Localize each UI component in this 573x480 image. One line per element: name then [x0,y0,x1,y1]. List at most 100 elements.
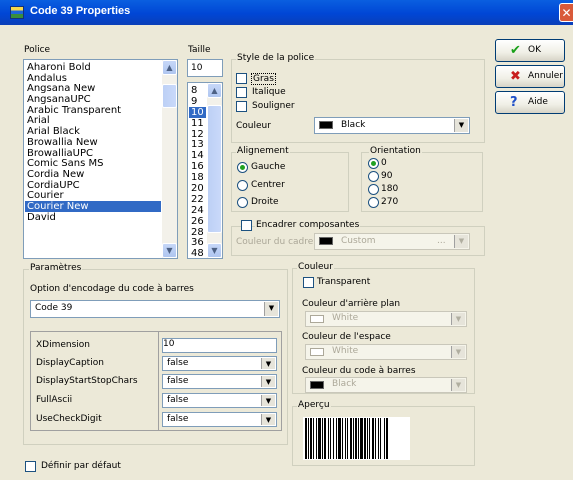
barcode-bar [380,418,381,459]
orientation-0-radio[interactable] [368,158,379,169]
chevron-down-icon[interactable]: ▼ [261,376,275,387]
encoding-select[interactable]: Code 39 ▼ [30,300,280,318]
align-center-radio[interactable] [237,180,248,191]
font-list-item[interactable]: Comic Sans MS [25,158,161,169]
size-input[interactable]: 10 [187,59,223,77]
size-list-item[interactable]: 20 [189,183,206,194]
chevron-down-icon[interactable]: ▼ [454,235,468,248]
italic-checkbox[interactable] [236,87,247,98]
size-list-item[interactable]: 12 [189,129,206,140]
orientation-180-label: 180 [381,184,399,194]
transparent-label: Transparent [317,277,371,287]
space-color-value: White [332,346,359,356]
font-list-item[interactable]: Aharoni Bold [25,62,161,73]
align-right-radio[interactable] [237,197,248,208]
barcode-bar [347,418,348,459]
underline-checkbox[interactable] [236,101,247,112]
app-icon [10,6,24,19]
param-value-select[interactable]: false ▼ [162,356,277,371]
scroll-down-icon[interactable]: ▼ [207,243,222,258]
size-list-item[interactable]: 18 [189,172,206,183]
size-list-item[interactable]: 10 [189,106,206,118]
size-list-item[interactable]: 9 [189,96,206,107]
scroll-up-icon[interactable]: ▲ [162,60,177,75]
scroll-up-icon[interactable]: ▲ [207,83,222,98]
size-list[interactable]: 8 9 10 11 12 13 14 16 18 20 22 24 26 28 36 48 ▲ ▼ [187,82,223,259]
bold-checkbox[interactable] [236,73,247,84]
font-color-select[interactable]: Black ▼ [314,117,470,134]
barcode-bar [375,418,376,459]
barcode-bar [318,418,321,459]
chevron-down-icon[interactable]: ▼ [451,379,465,391]
bar-color-select[interactable]: Black ▼ [305,377,467,393]
font-list-item[interactable]: Browallia New [25,137,161,148]
font-list-item[interactable]: Courier New [25,200,161,212]
bg-color-label: Couleur d'arrière plan [302,299,401,309]
font-list-item[interactable]: Arial [25,115,161,127]
close-button[interactable]: ✕ [559,3,573,22]
font-list-item[interactable]: Cordia New [25,169,161,180]
cancel-button[interactable]: ✖ Annuler [495,65,565,88]
font-list-item[interactable]: Courier [25,190,161,201]
size-list-item[interactable]: 36 [189,237,206,249]
param-value-select[interactable]: false ▼ [162,412,277,427]
chevron-down-icon[interactable]: ▼ [264,302,278,316]
align-center-label: Centrer [251,180,285,190]
font-list-item[interactable]: BrowalliaUPC [25,148,161,159]
font-list-scrollbar[interactable]: ▲ ▼ [162,60,177,258]
font-list-item[interactable]: Arabic Transparent [25,105,161,116]
scroll-thumb[interactable] [207,105,222,233]
align-left-radio[interactable] [237,162,248,173]
size-list-scrollbar[interactable]: ▲ ▼ [207,83,222,258]
ok-button[interactable]: ✔ OK [495,39,565,62]
font-list-item[interactable]: Arial Black [25,126,161,137]
font-list-item[interactable]: Angsana New [25,83,161,95]
font-list-item[interactable]: Andalus [25,73,161,84]
param-value-select[interactable]: false ▼ [162,393,277,408]
size-list-item[interactable]: 16 [189,161,206,172]
size-list-item[interactable]: 28 [189,227,206,238]
bar-color-label: Couleur du code à barres [302,366,416,376]
set-default-checkbox[interactable] [25,461,36,472]
alignment-group [231,152,349,212]
bg-color-select[interactable]: White ▼ [305,311,467,327]
transparent-checkbox[interactable] [303,277,314,288]
size-input-value: 10 [191,63,203,73]
orientation-180-radio[interactable] [368,184,379,195]
size-list-item[interactable]: 14 [189,150,206,161]
barcode-bar [372,418,374,459]
italic-label: Italique [252,87,286,97]
chevron-down-icon[interactable]: ▼ [261,358,275,369]
frame-color-select[interactable]: Custom ... ▼ [314,233,470,250]
chevron-down-icon[interactable]: ▼ [261,414,275,425]
font-list-item[interactable]: David [25,212,161,223]
scroll-down-icon[interactable]: ▼ [162,243,177,258]
scroll-thumb[interactable] [162,84,177,108]
font-style-group-title: Style de la police [236,53,316,63]
size-list-item[interactable]: 24 [189,205,206,216]
size-list-item[interactable]: 48 [189,248,206,258]
param-name: FullAscii [36,395,73,405]
font-list-item[interactable]: CordiaUPC [25,180,161,191]
size-list-item[interactable]: 22 [189,194,206,205]
size-list-item[interactable]: 8 [189,85,206,96]
param-value-select[interactable]: false ▼ [162,374,277,389]
font-list-item[interactable]: AngsanaUPC [25,94,161,105]
font-list[interactable]: Aharoni Bold Andalus Angsana New AngsanaUPC… [23,59,178,259]
size-list-item[interactable]: 11 [189,118,206,129]
chevron-down-icon[interactable]: ▼ [451,313,465,325]
param-value-input[interactable]: 10 [162,338,277,353]
size-list-item[interactable]: 26 [189,216,206,227]
frame-checkbox[interactable] [241,220,252,231]
chevron-down-icon[interactable]: ▼ [261,395,275,406]
space-color-label: Couleur de l'espace [302,332,391,342]
size-list-item[interactable]: 13 [189,139,206,151]
orientation-270-radio[interactable] [368,197,379,208]
chevron-down-icon[interactable]: ▼ [451,346,465,358]
help-button[interactable]: ? Aide [495,91,565,114]
bg-color-value: White [332,313,359,323]
barcode-bar [336,418,337,459]
space-color-select[interactable]: White ▼ [305,344,467,360]
orientation-90-radio[interactable] [368,171,379,182]
chevron-down-icon[interactable]: ▼ [454,119,468,132]
